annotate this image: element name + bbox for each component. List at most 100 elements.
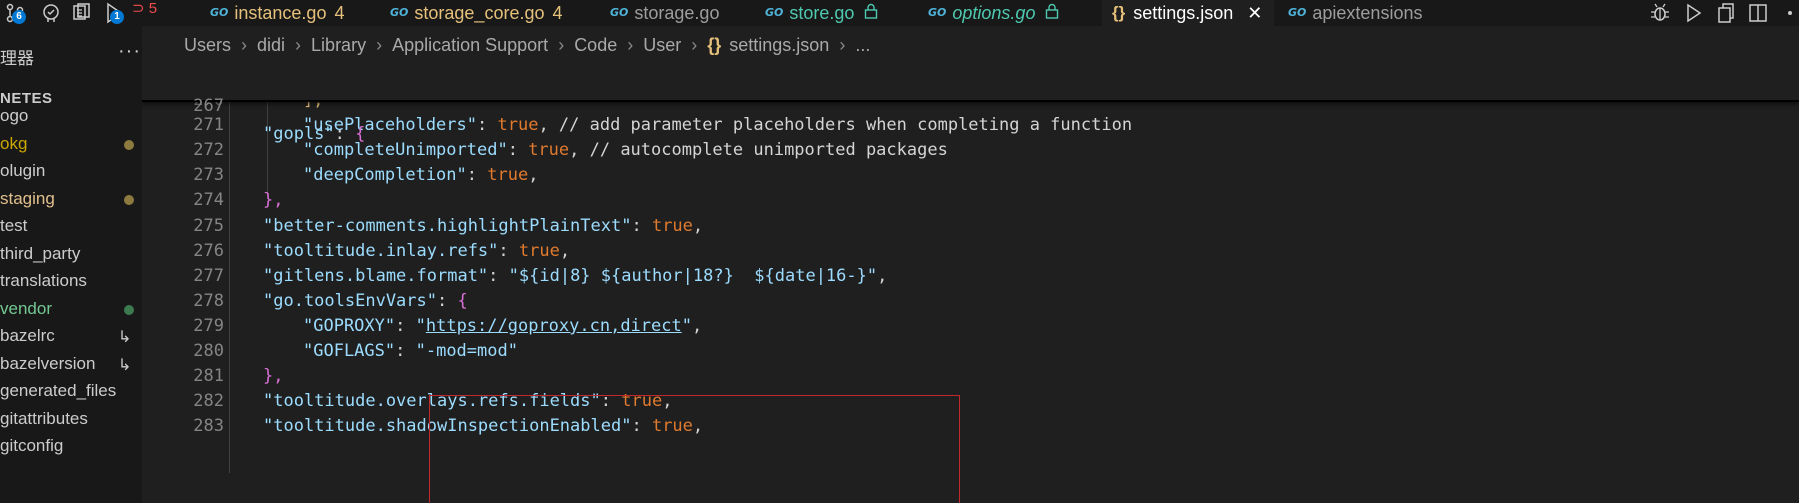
json-key: "deepCompletion" [303, 165, 467, 186]
line-number: 277 [193, 265, 224, 286]
chevron-right-icon: › [627, 34, 634, 55]
breadcrumb-item[interactable]: settings.json [729, 35, 829, 56]
code-comment: , // autocomplete unimported packages [569, 140, 948, 161]
code-line: 275 "better-comments.highlightPlainText":… [142, 212, 1799, 240]
editor-tab[interactable]: GO instance.go 4 [210, 0, 344, 26]
code-editor[interactable]: 267 "gopls": { 270],271"usePlaceholders"… [142, 64, 1799, 503]
sticky-scroll-header[interactable]: 267 "gopls": { [142, 64, 1799, 144]
open-changes-icon[interactable] [1715, 2, 1737, 24]
editor-tab[interactable]: GO options.go [928, 0, 1059, 26]
chevron-right-icon: › [376, 34, 383, 55]
editor-tab[interactable]: {} settings.json ✕ [1102, 0, 1275, 26]
code-comment: , // add parameter placeholders when com… [538, 115, 1133, 136]
editor-tab[interactable]: GO storage_core.go 4 [390, 0, 563, 26]
explorer-item[interactable]: third_party [0, 244, 80, 264]
code-comment: , [528, 165, 539, 186]
editor-tab[interactable]: GO store.go [765, 0, 878, 26]
code-comment: , [691, 315, 703, 336]
debug-icon[interactable] [1649, 2, 1671, 24]
explorer-item[interactable]: bazelversion [0, 354, 95, 374]
editor-tab[interactable]: GO storage.go [610, 0, 719, 26]
code-line: 271 "usePlaceholders": true, // add param… [142, 111, 1799, 139]
json-string-value: "${id|8} ${author|18?} ${date|16-}" [508, 265, 878, 286]
explorer-item[interactable]: ogo [0, 106, 28, 126]
explorer-item[interactable]: staging [0, 189, 55, 209]
more-actions-icon[interactable] [1779, 2, 1799, 24]
explorer-item[interactable]: generated_files [0, 381, 116, 401]
code-line: 282 "tooltitude.overlays.refs.fields": tr… [142, 387, 1799, 415]
tab-problem-count: 4 [334, 3, 345, 23]
explorer-item[interactable]: bazelrc [0, 326, 55, 346]
breadcrumb-item[interactable]: Application Support [392, 35, 548, 56]
code-line: 283 "tooltitude.shadowInspectionEnabled":… [142, 412, 1799, 440]
code-line: 279 "GOPROXY": "https://goproxy.cn,direct… [142, 312, 1799, 340]
breadcrumb-item[interactable]: Library [311, 35, 366, 56]
code-punctuation: }, [263, 190, 284, 211]
highlight-annotation-box [429, 395, 960, 503]
breadcrumb-item[interactable]: didi [257, 35, 285, 56]
explorer-item[interactable]: translations [0, 271, 87, 291]
lock-icon [1045, 2, 1059, 24]
warning-icon: ⊃ [132, 0, 145, 17]
close-tab-icon[interactable]: ✕ [1247, 2, 1262, 24]
code-comment: , [692, 215, 704, 236]
run-icon[interactable] [1682, 2, 1704, 24]
explorer-item[interactable]: test [0, 216, 27, 236]
code-line: 277 "gitlens.blame.format": "${id|8} ${au… [142, 262, 1799, 290]
code-comment: , [877, 265, 888, 286]
git-status-dot [124, 304, 134, 315]
tab-label: storage.go [634, 3, 720, 23]
explorer-item[interactable]: gitconfig [0, 436, 63, 456]
explorer-item[interactable]: olugin [0, 161, 45, 181]
code-line: 276 "tooltitude.inlay.refs": true, [142, 237, 1799, 265]
tab-label: store.go [789, 3, 855, 23]
problems-count[interactable]: ⊃ 5 [132, 0, 157, 18]
line-number: 283 [193, 416, 224, 437]
editor-tab[interactable]: GO apiextensions [1288, 0, 1422, 26]
json-boolean-value: true [651, 215, 693, 236]
json-quote: " [681, 315, 692, 336]
json-string-value: "-mod=mod" [415, 341, 518, 361]
json-key: "better-comments.highlightPlainText" [263, 215, 632, 236]
breadcrumb-item[interactable]: Users [184, 35, 231, 56]
json-url-link: https://goproxy.cn,direct [425, 315, 682, 336]
explorer-item[interactable]: okg [0, 134, 27, 154]
json-file-icon: {} [1112, 3, 1126, 22]
explorer-item[interactable]: vendor [0, 299, 52, 319]
code-line: 272 "completeUnimported": true, // autoco… [142, 136, 1799, 164]
explorer-more-button[interactable]: ··· [118, 40, 141, 63]
editor-toolbar [1639, 0, 1799, 26]
line-number: 280 [193, 341, 224, 361]
tab-problem-count: 4 [552, 3, 563, 23]
line-number: 278 [193, 290, 224, 311]
chevron-right-icon: › [558, 34, 565, 55]
split-editor-icon[interactable] [1747, 2, 1769, 24]
explorer-section-header[interactable]: NETES [0, 90, 53, 107]
breadcrumb-item[interactable]: User [643, 35, 681, 56]
symlink-icon: ↳ [118, 356, 132, 374]
layers-icon[interactable] [70, 2, 92, 24]
json-key: "go.toolsEnvVars" [263, 290, 437, 311]
git-status-dot [124, 194, 134, 205]
line-number: 276 [193, 240, 224, 261]
json-key: "gopls" [263, 124, 335, 144]
line-number: 267 [193, 96, 224, 116]
code-line: 278 "go.toolsEnvVars": { [142, 287, 1799, 315]
activity-bar: 6 1 ⊃ 5 [0, 0, 160, 26]
code-punctuation: }, [263, 366, 284, 387]
line-number: 281 [193, 366, 224, 387]
explorer-sidebar: 理器 ··· NETES ogo okg olugin staging test thir… [0, 26, 142, 503]
line-number: 282 [193, 391, 224, 412]
go-file-icon: GO [210, 6, 229, 19]
go-file-icon: GO [1288, 6, 1307, 19]
source-control-badge: 6 [12, 10, 26, 24]
code-punctuation: { [457, 290, 468, 311]
sticky-line: 267 "gopls": { [142, 64, 1799, 144]
explorer-item[interactable]: gitattributes [0, 409, 88, 429]
breadcrumb-item[interactable]: ... [855, 35, 870, 56]
json-boolean-value: true [497, 115, 539, 136]
breadcrumb-item[interactable]: Code [574, 35, 617, 56]
go-file-icon: GO [610, 6, 629, 19]
chevron-right-icon: › [241, 34, 248, 55]
github-icon[interactable] [40, 2, 62, 24]
